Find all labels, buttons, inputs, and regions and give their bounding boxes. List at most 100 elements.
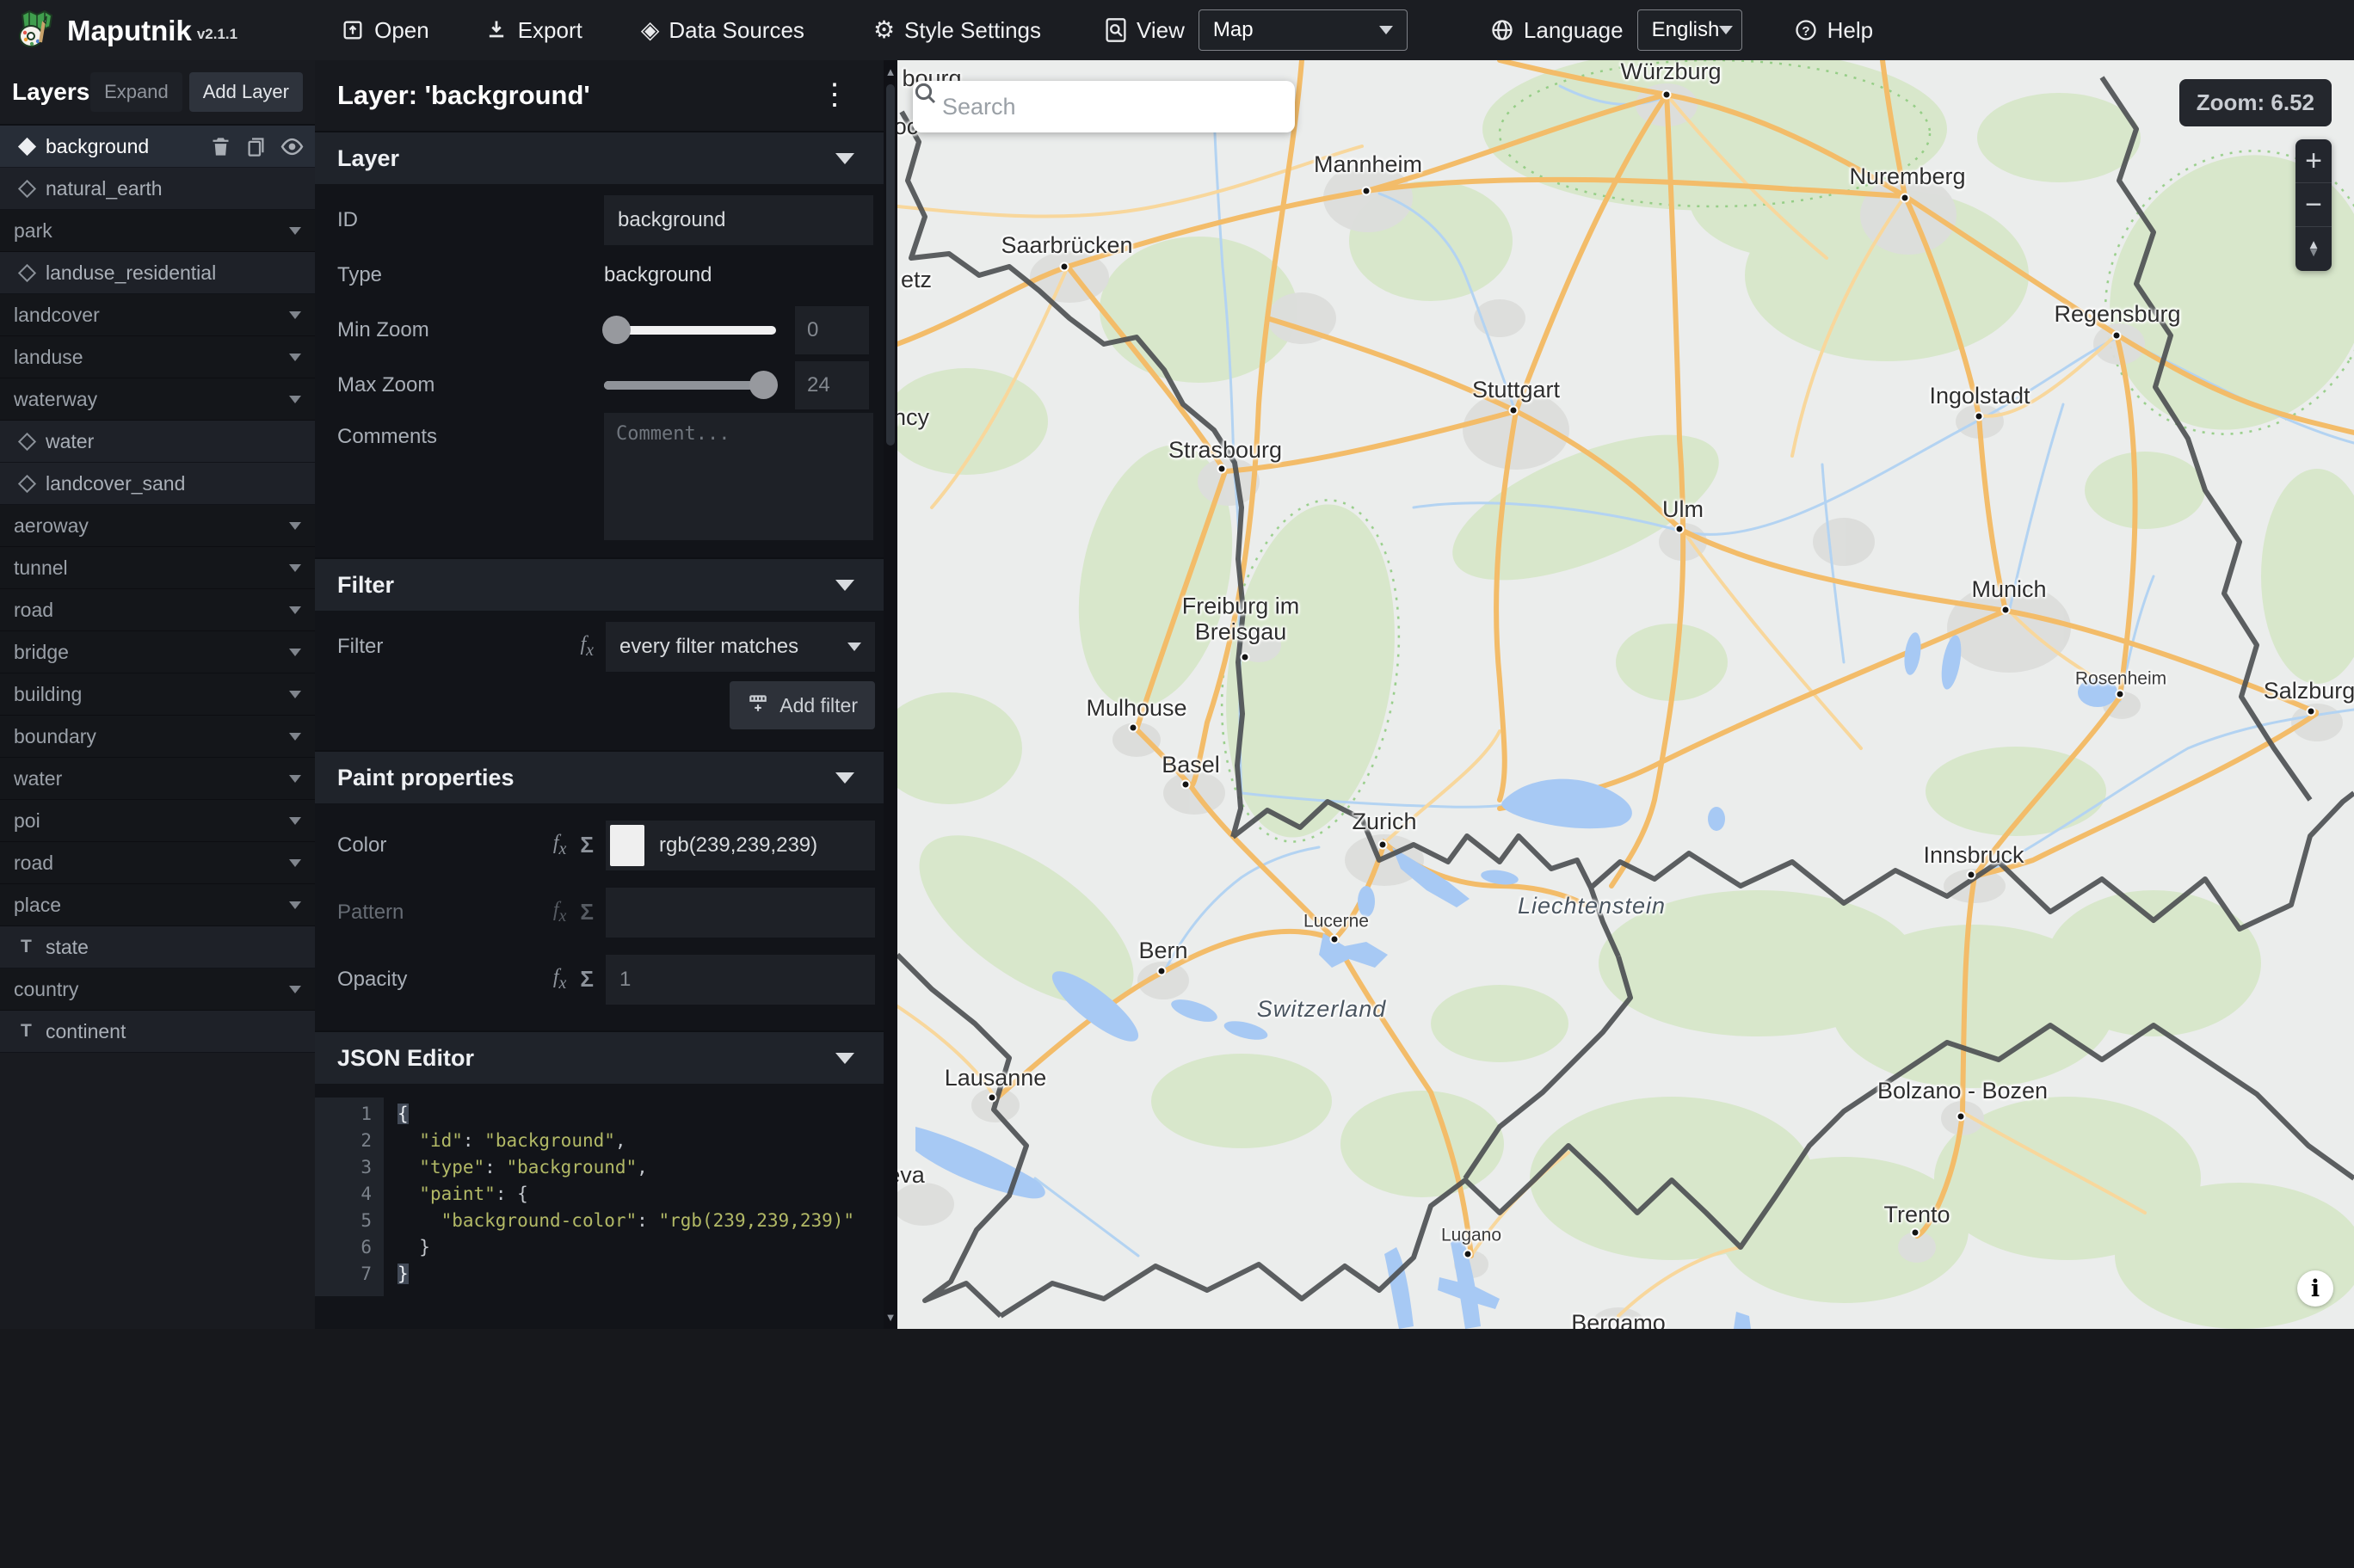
sidebar-item-country[interactable]: country [0,968,315,1011]
sidebar-item-background[interactable]: background [0,126,315,168]
map-label: Lausanne [944,1065,1047,1091]
map-controls: + − ▲ ▼ [2295,139,2332,271]
min-zoom-slider[interactable] [602,316,776,344]
json-code-editor[interactable]: 1234567 { "id": "background", "type": "b… [315,1098,875,1296]
sidebar-item-road[interactable]: road [0,589,315,631]
city-dot [1361,186,1371,196]
sidebar-item-aeroway[interactable]: aeroway [0,505,315,547]
max-zoom-slider[interactable] [604,371,778,399]
map-label: Switzerland [1256,996,1387,1023]
zoom-out-button[interactable]: − [2295,183,2332,227]
editor-header: Layer: 'background' ⋮ [315,60,897,131]
sigma-icon[interactable]: Σ [580,966,594,993]
kebab-menu-icon[interactable]: ⋮ [820,80,849,109]
sidebar-item-state[interactable]: Tstate [0,926,315,968]
chevron-down-icon [1378,26,1393,34]
zoom-in-button[interactable]: + [2295,139,2332,183]
open-button[interactable]: Open [341,17,429,44]
sidebar-item-road[interactable]: road [0,842,315,884]
chevron-down-icon [847,643,861,651]
section-paint[interactable]: Paint properties [315,750,897,803]
add-layer-button[interactable]: Add Layer [188,72,303,112]
sidebar-item-landcover_sand[interactable]: landcover_sand [0,463,315,505]
language-select[interactable]: English [1636,9,1742,51]
sidebar-item-park[interactable]: park [0,210,315,252]
open-label: Open [374,16,429,43]
city-dot [1966,870,1976,880]
sidebar-item-waterway[interactable]: waterway [0,378,315,421]
sidebar-item-poi[interactable]: poi [0,800,315,842]
layer-item-label: road [14,851,54,874]
sidebar-item-water[interactable]: water [0,421,315,463]
style-settings-label: Style Settings [904,16,1042,43]
layer-item-label: background [46,134,150,157]
id-field[interactable] [604,195,873,245]
section-paint-title: Paint properties [337,764,515,790]
min-zoom-field[interactable] [795,306,869,354]
scrollbar-thumb[interactable] [886,84,895,446]
fx-icon[interactable]: fx [580,633,594,661]
map-label: Ulm [1662,496,1704,523]
sidebar-item-bridge[interactable]: bridge [0,631,315,673]
search-box[interactable] [913,81,1295,132]
comments-field[interactable] [604,413,873,540]
city-dot [1900,193,1910,203]
sidebar-item-landuse_residential[interactable]: landuse_residential [0,252,315,294]
visibility-eye-icon[interactable] [280,134,305,159]
map-canvas[interactable]: Würzburg Mannheim Nuremberg Saarbrücken Rege… [897,60,2354,1329]
map-label: Innsbruck [1923,842,2024,869]
map-label: Saarbrücken [1001,232,1133,259]
sigma-icon[interactable]: Σ [580,899,594,925]
duplicate-layer-icon[interactable] [244,135,268,158]
tilt-button[interactable]: ▲ ▼ [2295,227,2332,271]
chevron-down-icon [289,606,301,614]
sidebar-item-building[interactable]: building [0,673,315,716]
sidebar-item-continent[interactable]: Tcontinent [0,1011,315,1053]
zoom-level-badge: Zoom: 6.52 [2178,79,2332,126]
delete-layer-icon[interactable] [209,135,232,158]
json-code-lines: { "id": "background", "type": "backgroun… [397,1104,855,1284]
sidebar-item-landcover[interactable]: landcover [0,294,315,336]
sidebar-item-boundary[interactable]: boundary [0,716,315,758]
opacity-field[interactable] [606,955,875,1005]
sigma-icon[interactable]: Σ [580,832,594,858]
editor-scrollbar[interactable]: ▲ ▼ [884,60,897,1329]
sidebar-item-landuse[interactable]: landuse [0,336,315,378]
section-json-title: JSON Editor [337,1044,475,1071]
chevron-down-icon [289,690,301,698]
section-filter[interactable]: Filter [315,557,897,611]
fx-icon[interactable]: fx [553,966,567,993]
sidebar-item-natural_earth[interactable]: natural_earth [0,168,315,210]
sidebar-item-water[interactable]: water [0,758,315,800]
scroll-up-icon[interactable]: ▲ [884,65,897,78]
export-button[interactable]: Export [484,17,582,44]
city-dot [1377,839,1388,850]
diamond-outline-icon [17,263,37,282]
pattern-field[interactable] [606,888,875,938]
attribution-info-button[interactable]: i [2297,1270,2333,1307]
language-menu[interactable]: Language [1490,17,1624,44]
add-filter-button[interactable]: Add filter [730,681,875,729]
chevron-down-icon [289,732,301,741]
max-zoom-field[interactable] [795,361,869,409]
fx-icon[interactable]: fx [553,832,567,859]
section-layer[interactable]: Layer [315,131,897,184]
sidebar-item-tunnel[interactable]: tunnel [0,547,315,589]
color-swatch[interactable] [610,825,644,866]
data-sources-button[interactable]: ◈ Data Sources [641,17,804,44]
expand-button[interactable]: Expand [90,72,182,112]
sidebar-item-place[interactable]: place [0,884,315,926]
language-select-value: English [1651,18,1720,41]
max-zoom-label: Max Zoom [337,373,435,397]
color-field[interactable] [606,821,875,870]
scroll-down-icon[interactable]: ▼ [884,1311,897,1324]
style-settings-button[interactable]: ⚙ Style Settings [873,17,1041,44]
help-button[interactable]: ? Help [1794,17,1873,44]
filter-combinator-select[interactable]: every filter matches [606,622,875,672]
layer-item-label: landuse_residential [46,261,217,284]
view-select[interactable]: Map [1198,9,1408,51]
view-menu[interactable]: View [1105,17,1185,44]
search-input[interactable] [942,93,1279,120]
fx-icon[interactable]: fx [553,899,567,926]
section-json-editor[interactable]: JSON Editor [315,1030,897,1084]
